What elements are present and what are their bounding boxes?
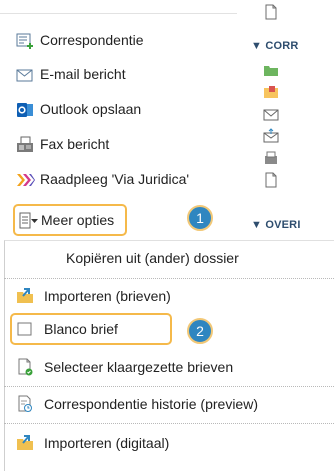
menu-item-importeren-digitaal[interactable]: Importeren (digitaal) xyxy=(4,428,334,458)
more-options-button[interactable]: Meer opties xyxy=(13,204,127,236)
email-icon xyxy=(16,66,34,84)
nav-item-fax[interactable]: Fax bericht xyxy=(14,133,240,157)
nav-item-label: Outlook opslaan xyxy=(40,101,142,117)
document-icon[interactable] xyxy=(263,4,279,20)
import-folder-icon xyxy=(16,287,34,305)
nav-item-label: Correspondentie xyxy=(40,32,144,48)
nav-item-outlook[interactable]: Outlook opslaan xyxy=(14,98,240,122)
menu-item-label: Selecteer klaargezette brieven xyxy=(44,359,234,375)
outlook-icon xyxy=(16,101,34,119)
step-badge-1: 1 xyxy=(187,205,213,231)
step-badge-2: 2 xyxy=(187,318,213,344)
letter-color-icon[interactable] xyxy=(263,84,279,100)
fax-icon xyxy=(16,136,34,154)
nav-item-via-juridica[interactable]: Raadpleeg 'Via Juridica' xyxy=(14,168,240,192)
menu-separator xyxy=(4,423,334,424)
via-juridica-icon xyxy=(16,171,35,189)
document-icon[interactable] xyxy=(263,172,279,188)
letter-add-icon xyxy=(16,32,34,50)
fax-icon[interactable] xyxy=(263,150,279,166)
tree-section-overig[interactable]: ▼ OVERI xyxy=(251,219,301,231)
folder-icon[interactable] xyxy=(263,62,279,78)
panel-separator xyxy=(0,13,237,14)
menu-separator xyxy=(4,278,334,279)
menu-item-label: Correspondentie historie (preview) xyxy=(44,396,258,412)
menu-item-label: Importeren (digitaal) xyxy=(44,435,170,451)
select-document-icon xyxy=(16,358,34,376)
menu-item-kopieren[interactable]: Kopiëren uit (ander) dossier xyxy=(4,243,334,273)
menu-item-correspondentie-historie[interactable]: Correspondentie historie (preview) xyxy=(4,389,334,419)
email-send-icon[interactable] xyxy=(263,128,279,144)
nav-item-label: E-mail bericht xyxy=(40,66,126,82)
nav-item-correspondentie[interactable]: Correspondentie xyxy=(14,29,240,53)
menu-separator xyxy=(4,386,334,387)
history-document-icon xyxy=(16,395,34,413)
menu-item-importeren-brieven[interactable]: Importeren (brieven) xyxy=(4,281,334,311)
menu-item-label: Kopiëren uit (ander) dossier xyxy=(66,250,239,266)
menu-item-selecteer-brieven[interactable]: Selecteer klaargezette brieven xyxy=(4,352,334,382)
blanco-brief-highlight xyxy=(10,313,172,345)
nav-item-label: Fax bericht xyxy=(40,136,110,152)
tree-section-correspondentie[interactable]: ▼ CORR xyxy=(251,40,299,52)
import-folder-icon xyxy=(16,434,34,452)
email-icon[interactable] xyxy=(263,106,279,122)
list-dropdown-icon xyxy=(19,212,39,230)
menu-item-label: Importeren (brieven) xyxy=(44,288,171,304)
nav-item-label: Raadpleeg 'Via Juridica' xyxy=(40,171,190,187)
nav-item-email[interactable]: E-mail bericht xyxy=(14,63,240,87)
more-options-label: Meer opties xyxy=(41,212,115,228)
